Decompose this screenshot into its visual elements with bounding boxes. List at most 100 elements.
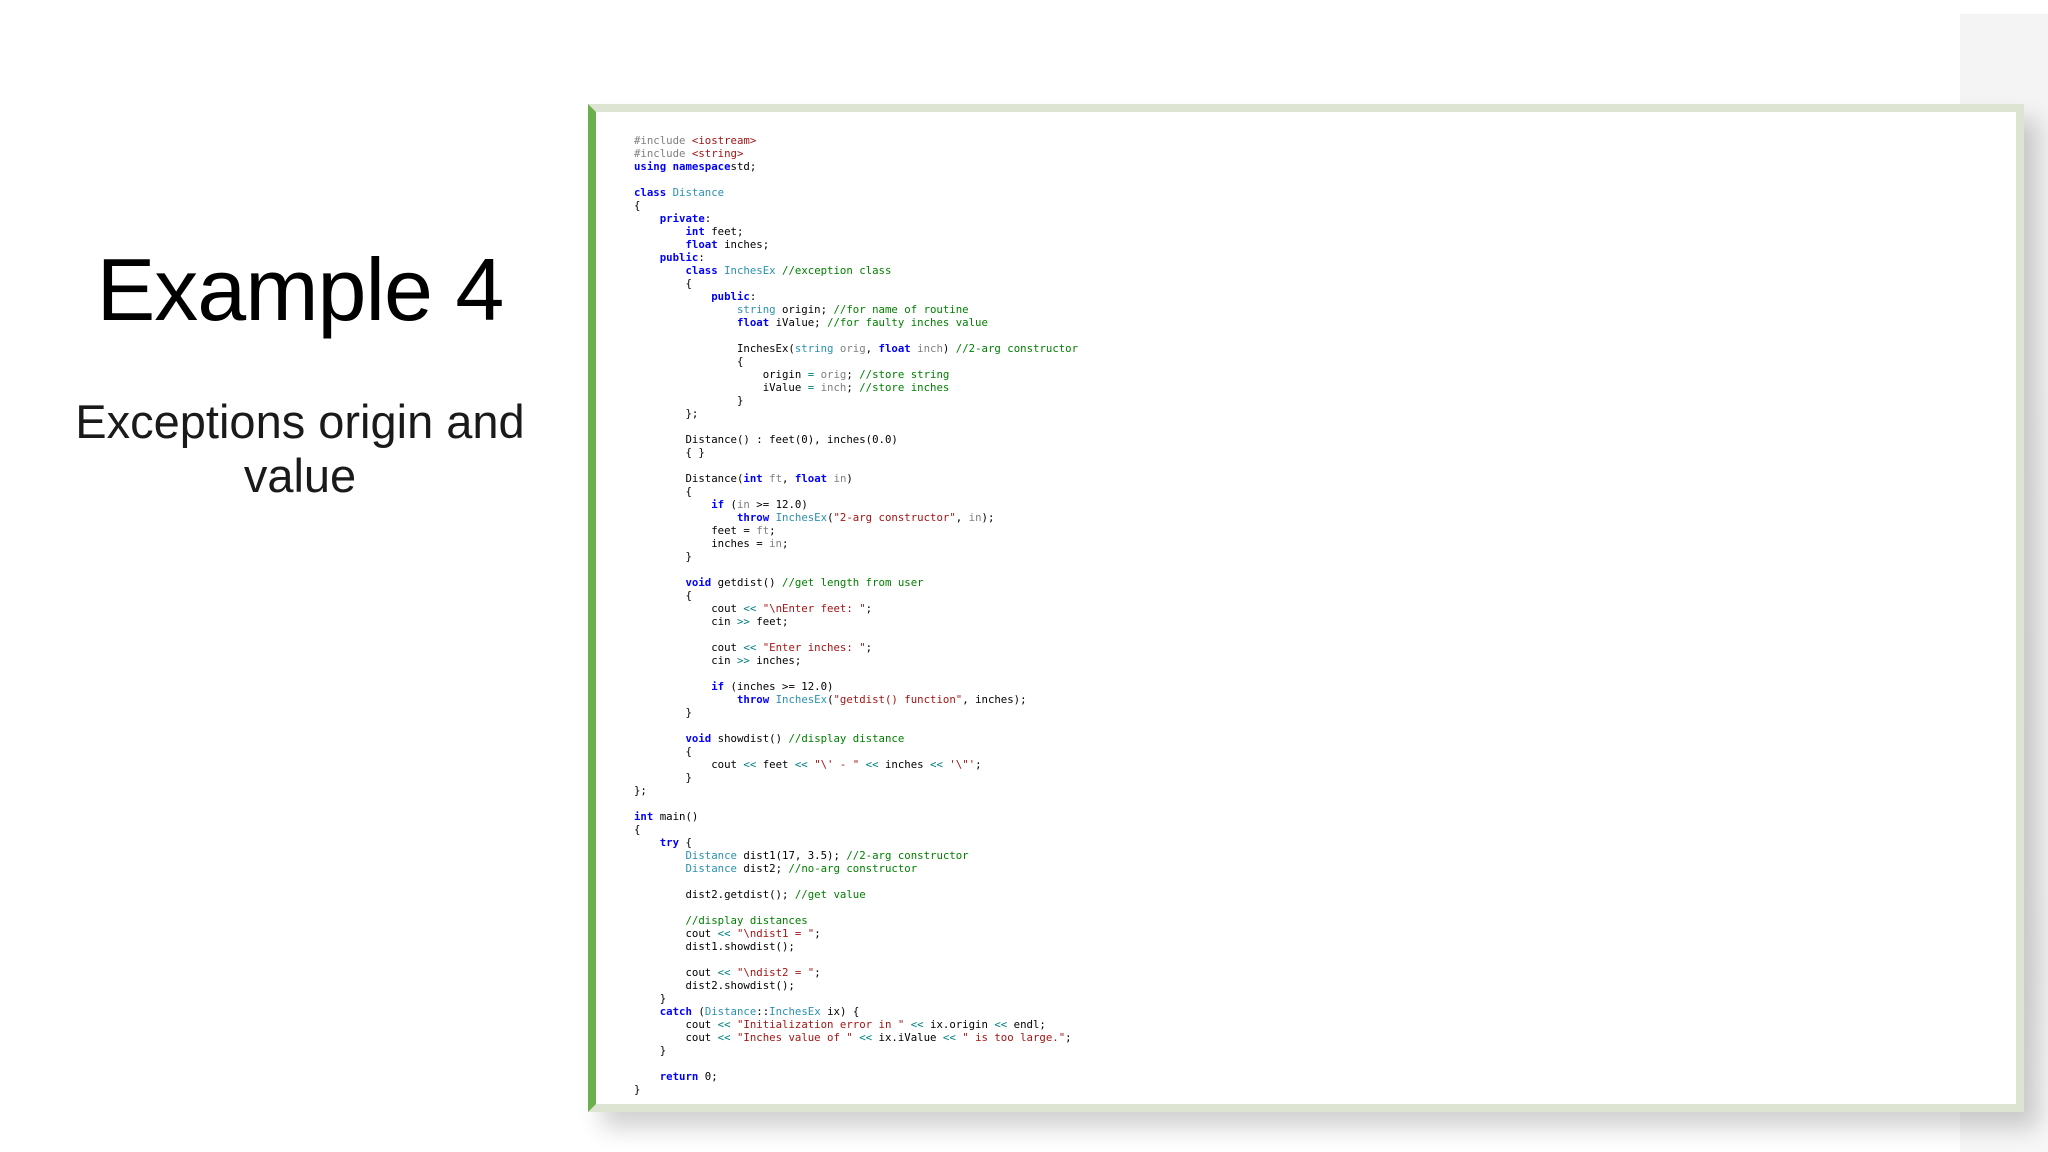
code-token: "\nEnter feet: " [762,602,866,615]
code-token: public [711,290,750,303]
code-line: cout << "Initialization error in " << ix… [634,1018,1078,1031]
code-token: orig [839,342,866,355]
code-token: dist2.showdist(); [634,979,795,992]
code-token: :: [756,1005,770,1018]
code-token: cin [634,615,737,628]
code-token: feet; [704,225,744,238]
code-token: string [794,342,834,355]
code-line: #include <iostream> [634,134,1078,147]
code-token: throw [736,693,770,706]
code-token: //2-arg constructor [955,342,1079,355]
code-line: cin >> inches; [634,654,1078,667]
code-line: void showdist() //display distance [634,732,1078,745]
code-token: ); [981,511,995,524]
code-token: "\' - " [814,758,860,771]
code-token: ( [691,1005,705,1018]
code-line: cout << "\nEnter feet: "; [634,602,1078,615]
code-token: Distance [672,186,725,199]
code-line: int main() [634,810,1078,823]
code-token: inches [878,758,931,771]
code-token: in [968,511,982,524]
code-line: InchesEx(string orig, float inch) //2-ar… [634,342,1078,355]
code-token: getdist() [711,576,783,589]
code-line: Distance dist2; //no-arg constructor [634,862,1078,875]
code-line: Distance(int ft, float in) [634,472,1078,485]
code-token: ft [769,472,783,485]
code-token: '\"' [949,758,976,771]
code-token: << [859,1031,873,1044]
code-line: { [634,277,1078,290]
code-line: feet = ft; [634,524,1078,537]
code-line: origin = orig; //store string [634,368,1078,381]
code-line: #include <string> [634,147,1078,160]
code-line: { } [634,446,1078,459]
code-token: //no-arg constructor [788,862,918,875]
code-token: { [634,485,692,498]
code-token: } [634,992,667,1005]
code-token: iValue; [769,316,828,329]
code-token: , [782,472,795,485]
code-line: float iValue; //for faulty inches value [634,316,1078,329]
code-line: inches = in; [634,537,1078,550]
code-token: //get length from user [782,576,924,589]
code-token: << [910,1018,924,1031]
code-line: { [634,355,1078,368]
code-token: cout [634,966,718,979]
code-token: , [955,511,969,524]
code-line: class InchesEx //exception class [634,264,1078,277]
code-line: } [634,771,1078,784]
code-token: in [736,498,750,511]
code-token: } [634,1044,667,1057]
code-line: void getdist() //get length from user [634,576,1078,589]
code-token: ; [1065,1031,1072,1044]
code-token: //for faulty inches value [827,316,988,329]
code-line: public: [634,251,1078,264]
code-line: class Distance [634,186,1078,199]
code-token: << [743,758,757,771]
code-token: //for name of routine [833,303,969,316]
code-token: throw [736,511,770,524]
code-line: return 0; [634,1070,1078,1083]
code-token: "Initialization error in " [736,1018,905,1031]
code-frame: #include <iostream> #include <string> usin… [588,104,2024,1112]
code-token: in [833,472,847,485]
code-token: <iostream> [691,134,757,147]
code-token: ; [975,758,982,771]
code-token: string [736,303,776,316]
code-token: : [698,251,705,264]
code-line: } [634,394,1078,407]
code-token: "2-arg constructor" [833,511,956,524]
code-token: //store inches [859,381,950,394]
code-token: "getdist() function" [833,693,963,706]
code-token: class [634,186,673,199]
code-token: int [743,472,763,485]
code-token: origin; [775,303,834,316]
code-token: float [736,316,770,329]
code-token: } [634,1083,641,1096]
code-token: { [634,355,744,368]
code-token: ; [846,381,860,394]
code-token: ) [846,472,853,485]
code-line: } [634,992,1078,1005]
code-token: return [659,1070,699,1083]
code-token: Distance [685,862,737,875]
code-token: public [659,251,699,264]
code-token: << [743,641,757,654]
code-token: if [711,680,725,693]
code-token: << [930,758,943,771]
code-token: , [865,342,879,355]
code-token: ix) { [820,1005,860,1018]
code-token: }; [634,784,647,797]
